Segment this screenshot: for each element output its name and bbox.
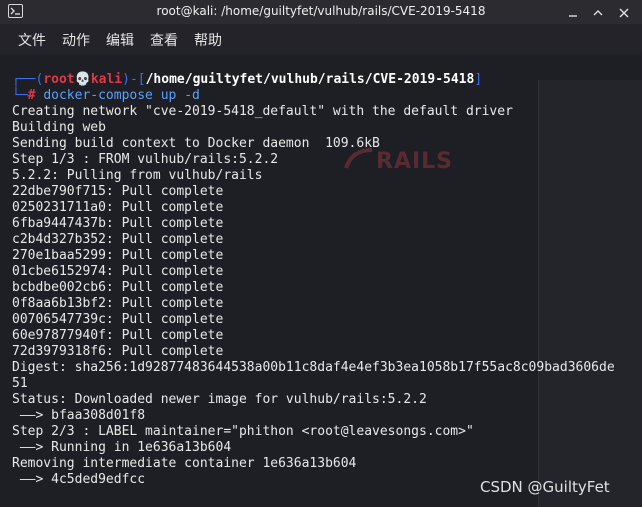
menu-item-edit[interactable]: 编辑: [106, 30, 134, 50]
output-line: 00706547739c: Pull complete: [12, 312, 224, 327]
output-line: 270e1baa5299: Pull complete: [12, 248, 224, 263]
output-line: 22dbe790f715: Pull complete: [12, 184, 224, 199]
output-line: c2b4d327b352: Pull complete: [12, 232, 224, 247]
output-line: Step 1/3 : FROM vulhub/rails:5.2.2: [12, 152, 279, 167]
output-line: Removing intermediate container 1e636a13…: [12, 456, 357, 471]
output-line: 72d3979318f6: Pull complete: [12, 344, 224, 359]
menu-item-file[interactable]: 文件: [18, 30, 46, 50]
output-line: Creating network "cve-2019-5418_default"…: [12, 104, 513, 119]
prompt-frame-bottom: └─: [12, 88, 28, 103]
menu-item-help[interactable]: 帮助: [194, 30, 222, 50]
prompt-hash: #: [27, 88, 44, 103]
close-icon[interactable]: [617, 5, 631, 19]
prompt-frame: ┌──(: [12, 72, 44, 87]
output-line: 5.2.2: Pulling from vulhub/rails: [12, 168, 263, 183]
maximize-icon[interactable]: [591, 5, 605, 19]
background-editor-panel: [538, 80, 642, 507]
terminal-window: root@kali: /home/guiltyfet/vulhub/rails/…: [0, 0, 642, 507]
output-line: ——> 4c5ded9edfcc: [12, 472, 146, 487]
prompt-frame-end: ]: [474, 72, 483, 87]
menu-item-view[interactable]: 查看: [150, 30, 178, 50]
prompt-line-1: ┌──(root💀kali)-[/home/guiltyfet/vulhub/r…: [12, 72, 482, 88]
output-line: 0250231711a0: Pull complete: [12, 200, 224, 215]
output-line: 60e97877940f: Pull complete: [12, 328, 224, 343]
output-line: 51: [12, 376, 28, 391]
terminal-output-area[interactable]: RAILS ┌──(root💀kali)-[/home/guiltyfet/vu…: [0, 54, 642, 507]
prompt-line-2: └─# docker-compose up -d: [12, 88, 200, 104]
output-line: bcbdbe002cb6: Pull complete: [12, 280, 224, 295]
minimize-icon[interactable]: [566, 5, 580, 19]
output-line: Status: Downloaded newer image for vulhu…: [12, 392, 427, 407]
window-title: root@kali: /home/guiltyfet/vulhub/rails/…: [156, 4, 486, 18]
prompt-host: kali: [90, 72, 123, 87]
menu-bar: 文件 动作 编辑 查看 帮助: [0, 24, 642, 54]
prompt-user: root: [43, 72, 75, 87]
title-bar[interactable]: root@kali: /home/guiltyfet/vulhub/rails/…: [0, 0, 642, 24]
output-line: 0f8aa6b13bf2: Pull complete: [12, 296, 224, 311]
output-line: Sending build context to Docker daemon 1…: [12, 136, 380, 151]
output-line: Building web: [12, 120, 106, 135]
watermark: CSDN @GuiltyFet: [480, 478, 610, 496]
menu-item-actions[interactable]: 动作: [62, 30, 90, 50]
svg-text:RAILS: RAILS: [376, 149, 452, 172]
output-line: Digest: sha256:1d92877483644538a00b11c8d…: [12, 360, 615, 375]
output-line: 6fba9447437b: Pull complete: [12, 216, 224, 231]
prompt-frame-mid: )-[: [122, 72, 146, 87]
skull-icon: 💀: [74, 72, 91, 87]
output-line: Step 2/3 : LABEL maintainer="phithon <ro…: [12, 424, 474, 439]
prompt-path: /home/guiltyfet/vulhub/rails/CVE-2019-54…: [145, 72, 475, 87]
output-line: ——> Running in 1e636a13b604: [12, 440, 232, 455]
command-text: docker-compose: [43, 88, 153, 103]
output-line: ——> bfaa308d01f8: [12, 408, 146, 423]
output-line: 01cbe6152974: Pull complete: [12, 264, 224, 279]
command-args: up -d: [152, 88, 200, 103]
